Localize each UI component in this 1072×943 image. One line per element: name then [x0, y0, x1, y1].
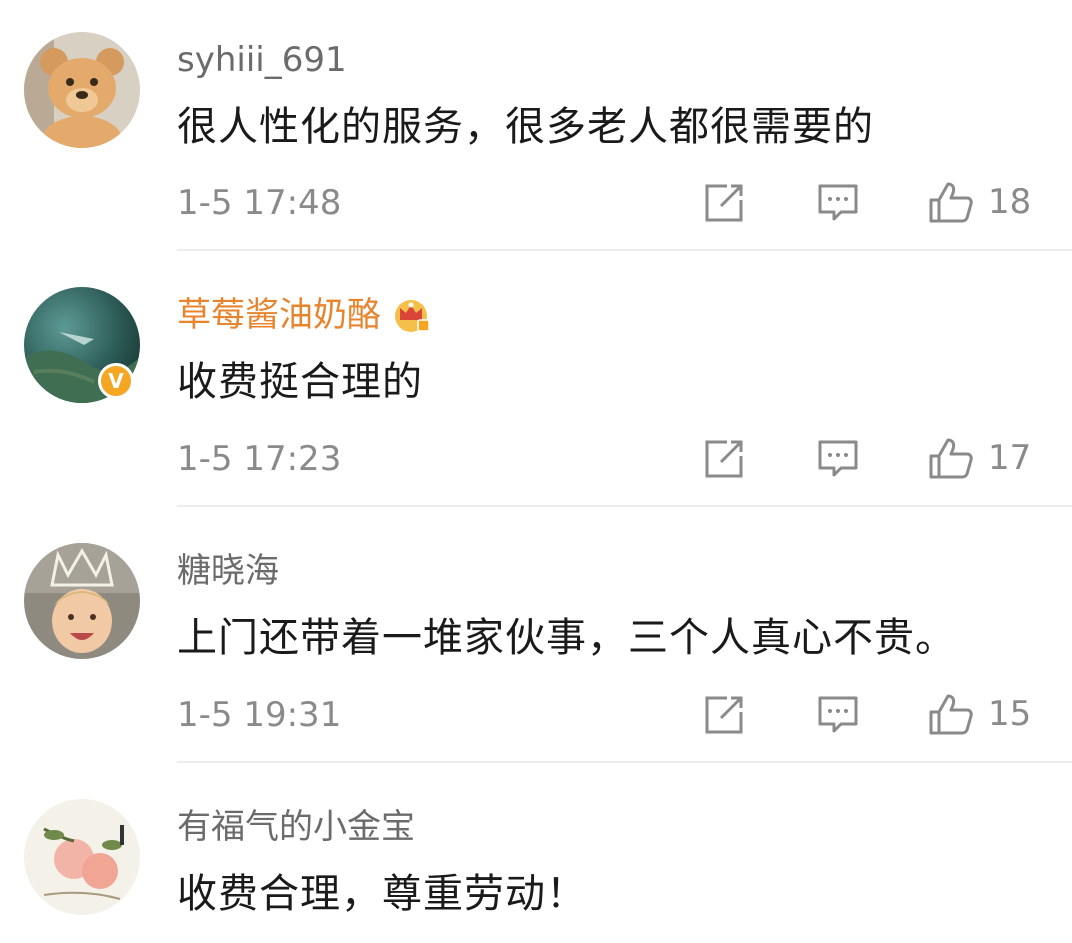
avatar[interactable]: [24, 799, 140, 915]
comment-text: 收费合理，尊重劳动！: [177, 871, 587, 917]
peach-painting-avatar-icon: [24, 799, 140, 915]
comment-item: 有福气的小金宝 收费合理，尊重劳动！: [0, 0, 1072, 943]
username[interactable]: 有福气的小金宝: [177, 807, 415, 847]
